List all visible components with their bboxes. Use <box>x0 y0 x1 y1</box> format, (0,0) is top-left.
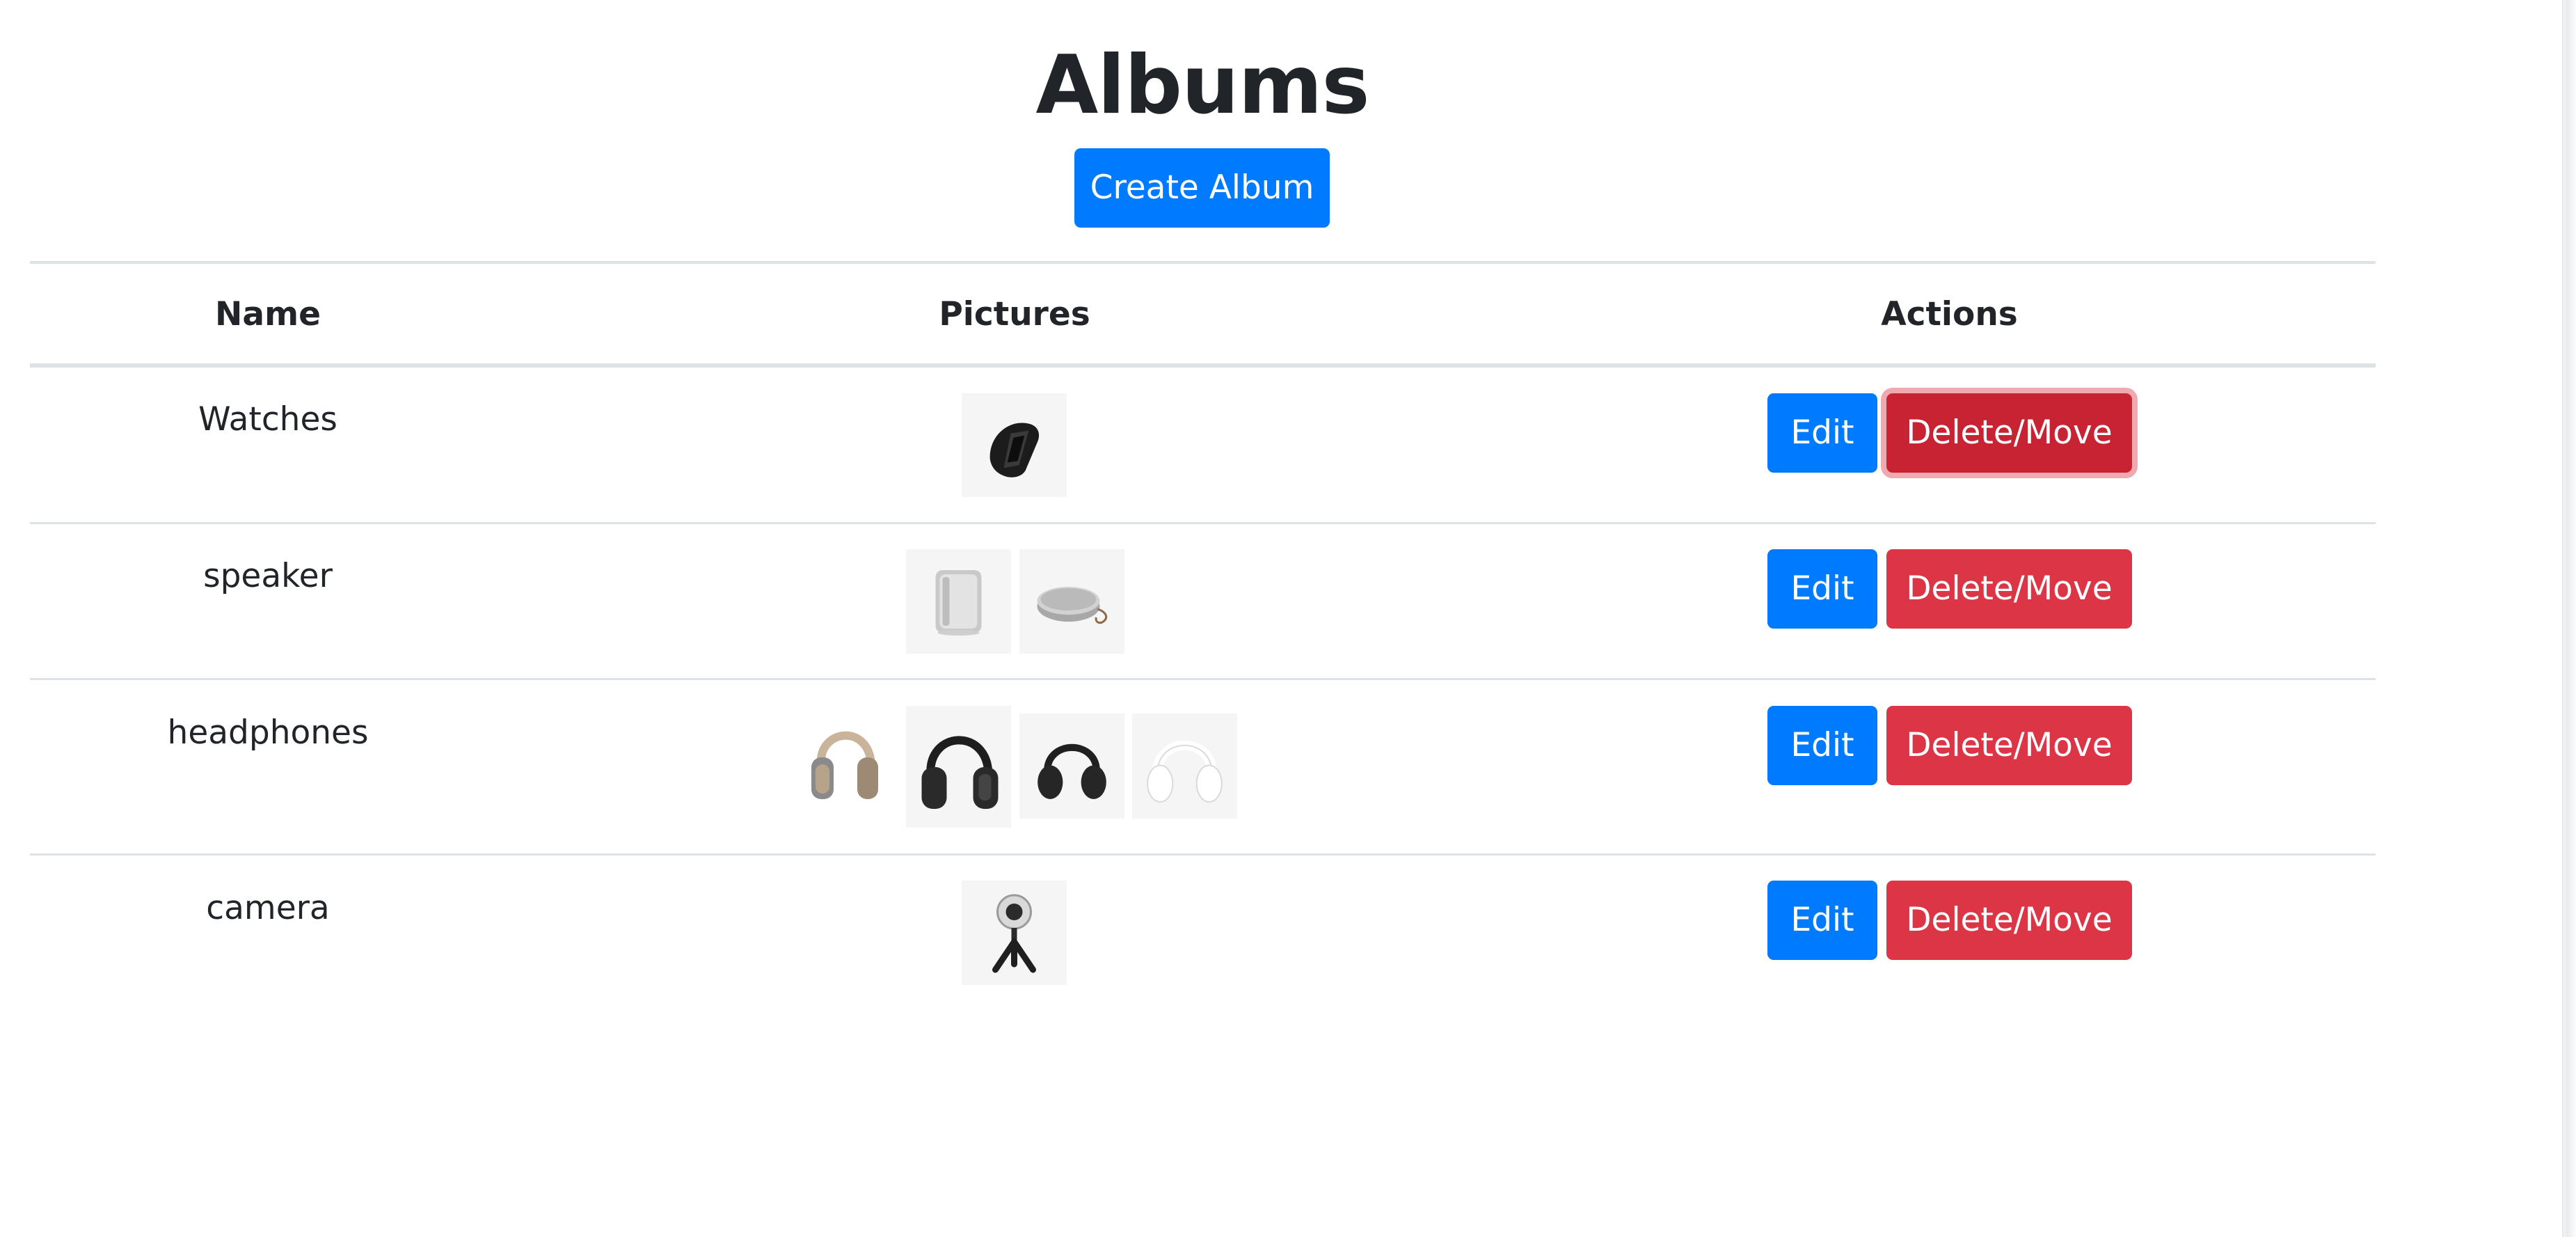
edit-button[interactable]: Edit <box>1767 881 1877 960</box>
scrollbar[interactable] <box>2562 0 2576 1237</box>
round-speaker-thumbnail[interactable] <box>1019 549 1124 654</box>
beige-headphones-image <box>811 731 878 799</box>
fitness-band-image <box>989 423 1040 478</box>
album-name: camera <box>206 889 330 927</box>
row-divider <box>30 678 2376 680</box>
white-headphones-image <box>1147 740 1223 803</box>
delete-move-button[interactable]: Delete/Move <box>1886 706 2132 785</box>
edit-button[interactable]: Edit <box>1767 549 1877 629</box>
360-camera-image <box>992 894 1036 973</box>
black-on-ear-headphones-image <box>1037 743 1106 799</box>
edit-button[interactable]: Edit <box>1767 393 1877 473</box>
row-divider <box>30 522 2376 524</box>
box-speaker-thumbnail[interactable] <box>906 549 1011 654</box>
row-divider <box>30 853 2376 856</box>
table-header-border <box>30 363 2376 368</box>
box-speaker-image <box>935 570 982 636</box>
black-over-ear-headphones-thumbnail[interactable] <box>906 706 1011 828</box>
beige-headphones-thumbnail[interactable] <box>807 709 881 816</box>
black-over-ear-headphones-image <box>921 736 999 809</box>
delete-move-button[interactable]: Delete/Move <box>1886 549 2132 629</box>
white-headphones-thumbnail[interactable] <box>1132 714 1237 819</box>
table-top-border <box>30 261 2376 264</box>
round-speaker-image <box>1037 587 1108 624</box>
edit-button[interactable]: Edit <box>1767 706 1877 785</box>
column-header-pictures: Pictures <box>939 295 1090 333</box>
360-camera-thumbnail[interactable] <box>962 881 1067 985</box>
delete-move-button[interactable]: Delete/Move <box>1886 881 2132 960</box>
black-on-ear-headphones-thumbnail[interactable] <box>1019 714 1124 819</box>
column-header-actions: Actions <box>1881 295 2018 333</box>
delete-move-button[interactable]: Delete/Move <box>1886 393 2132 473</box>
album-name: headphones <box>167 714 369 752</box>
album-name: speaker <box>203 557 333 595</box>
fitness-band-thumbnail[interactable] <box>962 393 1067 497</box>
column-header-name: Name <box>215 295 321 333</box>
page-title: Albums <box>1035 38 1369 132</box>
create-album-button[interactable]: Create Album <box>1074 148 1330 228</box>
album-name: Watches <box>198 400 337 439</box>
